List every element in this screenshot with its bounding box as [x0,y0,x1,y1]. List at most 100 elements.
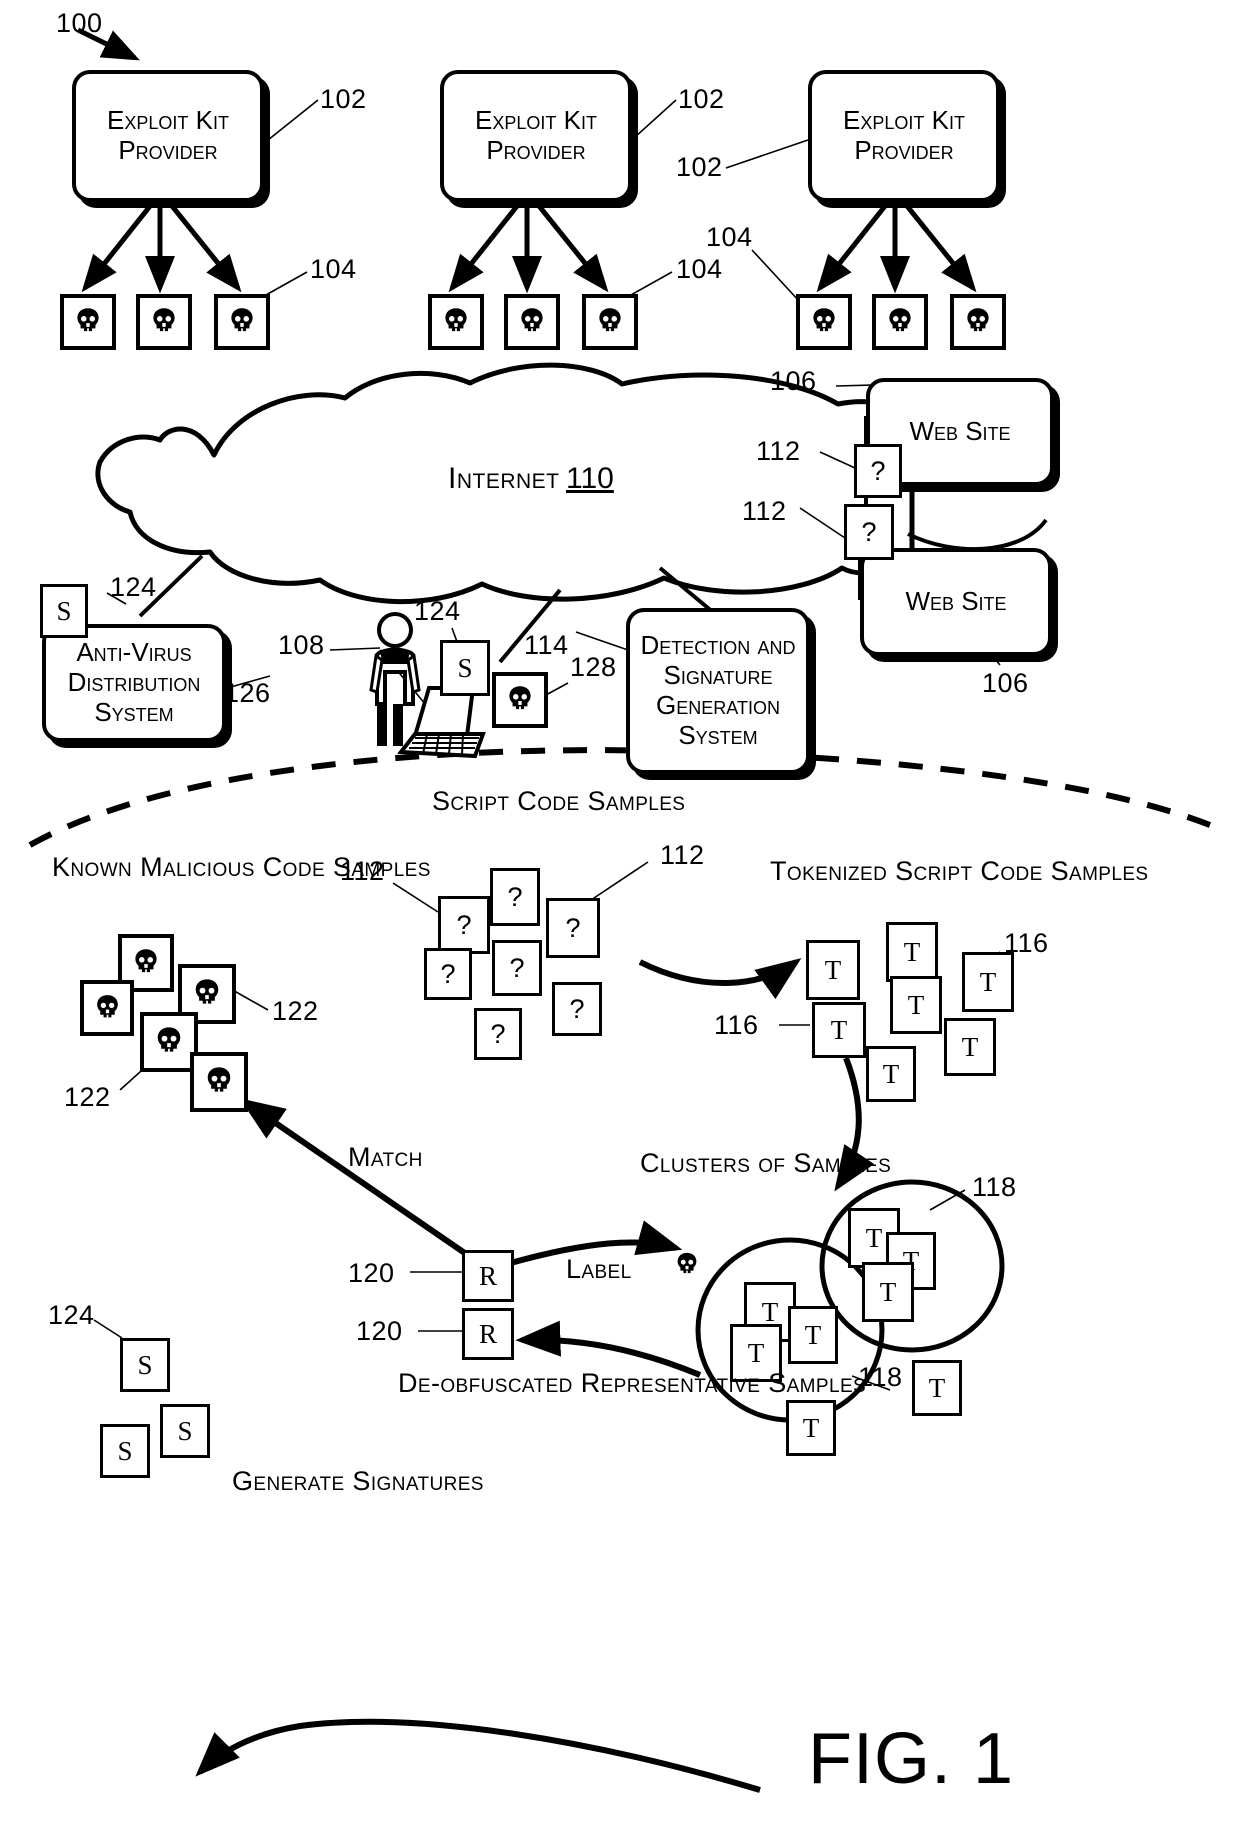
skull-icon [157,1027,181,1052]
skull-icon [231,308,253,332]
script-sample-tile[interactable]: ? [492,940,542,996]
ref-102-c: 102 [676,152,723,182]
script-sample-tile[interactable]: ? [474,1008,522,1060]
web-site-1-label: Web Site [909,416,1011,447]
script-sample-tile[interactable]: ? [546,898,600,958]
generate-signatures-arrow [195,1718,761,1793]
skull-icon [195,979,219,1004]
skull-icon [153,308,175,332]
distribute-arrow [448,194,527,293]
skull-icon [77,308,99,332]
tokenized-sample-tile[interactable]: T [786,1400,836,1456]
leader-102-a [267,99,319,141]
anti-virus-distribution-system[interactable]: Anti-Virus Distribution System [42,624,226,742]
exploit-kit-provider-1-label: Exploit Kit Provider [107,105,229,165]
ref-116-a: 116 [1004,928,1049,958]
known-malicious-skull-icon [80,980,134,1036]
malicious-code-skull-icon [136,294,192,350]
distribute-arrow [81,194,160,293]
exploit-kit-provider-1[interactable]: Exploit Kit Provider [72,70,264,202]
cluster-sample-tile[interactable]: T [788,1306,838,1364]
internet-cloud-label: Internet [448,462,560,495]
malicious-code-skull-icon [428,294,484,350]
ref-124-user: 124 [414,596,461,626]
label-skull-icon [672,1250,702,1285]
ref-120-a: 120 [348,1258,395,1288]
ref-118-a: 118 [972,1172,1017,1202]
tokenized-sample-tile[interactable]: T [886,922,938,982]
detection-system-label: Detection and Signature Generation Syste… [640,630,796,750]
tokenized-sample-tile[interactable]: T [944,1018,996,1076]
tokenized-sample-tile[interactable]: T [866,1046,916,1102]
ref-106-a: 106 [770,366,817,396]
representative-sample-tile[interactable]: R [462,1308,514,1360]
infected-sample-skull-icon [492,672,548,728]
distribute-arrow [162,194,242,293]
tokenized-sample-tile[interactable]: T [806,940,860,1000]
distribute-arrow [816,194,895,293]
web-site-2-label: Web Site [905,586,1007,617]
script-sample-tile[interactable]: ? [424,948,472,1000]
script-code-samples-title: Script Code Samples [432,786,686,816]
detection-and-signature-generation-system[interactable]: Detection and Signature Generation Syste… [626,608,810,774]
web-site-2[interactable]: Web Site [860,548,1052,656]
script-code-sample-tile[interactable]: ? [854,444,902,498]
skull-icon [521,308,543,332]
malicious-code-skull-icon [796,294,852,350]
exploit-kit-provider-2-label: Exploit Kit Provider [475,105,597,165]
ref-114: 114 [524,630,569,660]
tokenized-sample-tile[interactable]: T [962,952,1014,1012]
ref-116-b: 116 [714,1010,759,1040]
script-code-sample-tile[interactable]: ? [844,504,894,560]
tokenize-arrow [638,958,802,1000]
tokenized-sample-tile[interactable]: T [912,1360,962,1416]
signature-tile-user[interactable]: S [440,640,490,696]
skull-icon [207,1067,231,1092]
known-malicious-skull-icon [190,1052,248,1112]
script-sample-tile[interactable]: ? [438,896,490,954]
ref-112-c: 112 [340,856,385,886]
malicious-code-skull-icon [582,294,638,350]
exploit-kit-provider-3[interactable]: Exploit Kit Provider [808,70,1000,202]
tokenized-sample-tile[interactable]: T [890,976,942,1034]
known-malicious-code-samples-title: Known Malicious Code Samples [52,852,431,882]
skull-icon [813,308,835,332]
figure-number: FIG. 1 [808,1719,1015,1799]
signature-tile[interactable]: S [40,584,88,638]
ref-104-b: 104 [676,254,723,284]
skull-icon [599,308,621,332]
ref-124-left: 124 [110,572,157,602]
ref-126: 126 [224,678,271,708]
leader-102-b [633,99,677,139]
exploit-kit-provider-2[interactable]: Exploit Kit Provider [440,70,632,202]
ref-124-signatures: 124 [48,1300,95,1330]
anti-virus-distribution-system-label: Anti-Virus Distribution System [67,637,201,727]
malicious-code-skull-icon [60,294,116,350]
malicious-code-skull-icon [214,294,270,350]
signature-sample-tile[interactable]: S [160,1404,210,1458]
skull-icon [96,994,118,1017]
malicious-code-skull-icon [950,294,1006,350]
cluster-sample-tile[interactable]: T [862,1262,914,1322]
signature-sample-tile[interactable]: S [120,1338,170,1392]
leader-102-c [725,139,809,169]
representative-sample-tile[interactable]: R [462,1250,514,1302]
leader-124-sig [93,1319,123,1339]
ref-106-b: 106 [982,668,1029,698]
script-sample-tile[interactable]: ? [490,868,540,926]
signature-sample-tile[interactable]: S [100,1424,150,1478]
ref-102-b: 102 [678,84,725,114]
ref-128: 128 [570,652,617,682]
clusters-of-samples-title: Clusters of Samples [640,1148,892,1178]
match-label: Match [348,1142,423,1172]
ref-100: 100 [56,8,103,38]
tokenized-sample-tile[interactable]: T [812,1002,866,1058]
ref-104-a: 104 [310,254,357,284]
distribute-arrow [529,194,609,293]
internet-ref-110: 110 [566,462,614,495]
generate-signatures-label: Generate Signatures [232,1466,484,1496]
skull-icon [967,308,989,332]
patent-figure-1: 100 Exploit Kit Provider 102 Exploit Kit… [0,0,1240,1827]
script-sample-tile[interactable]: ? [552,982,602,1036]
skull-icon [677,1252,697,1274]
